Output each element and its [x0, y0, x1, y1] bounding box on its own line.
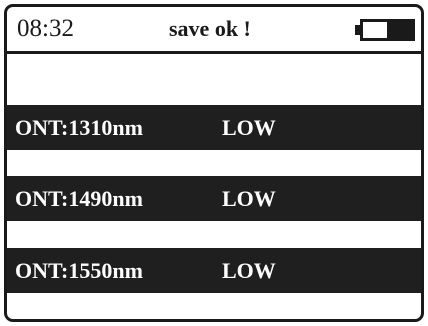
reading-row-1550: ONT:1550nm LOW	[7, 248, 421, 293]
battery-body	[360, 19, 415, 41]
wavelength-label: ONT:1310nm	[15, 115, 143, 140]
status-message: save ok !	[169, 16, 251, 41]
reading-row-1490: ONT:1490nm LOW	[7, 176, 421, 221]
wavelength-label: ONT:1490nm	[15, 186, 143, 211]
battery-icon	[355, 19, 415, 41]
wavelength-label: ONT:1550nm	[15, 258, 143, 283]
clock-time: 08:32	[17, 15, 74, 42]
battery-level-fill	[387, 22, 412, 38]
power-status: LOW	[222, 258, 276, 283]
power-status: LOW	[222, 115, 276, 140]
status-bar: 08:32 save ok !	[7, 7, 421, 54]
device-screen: 08:32 save ok ! ONT:1310nm LOW ONT:1490n…	[4, 4, 424, 322]
power-status: LOW	[222, 186, 276, 211]
reading-row-1310: ONT:1310nm LOW	[7, 105, 421, 150]
